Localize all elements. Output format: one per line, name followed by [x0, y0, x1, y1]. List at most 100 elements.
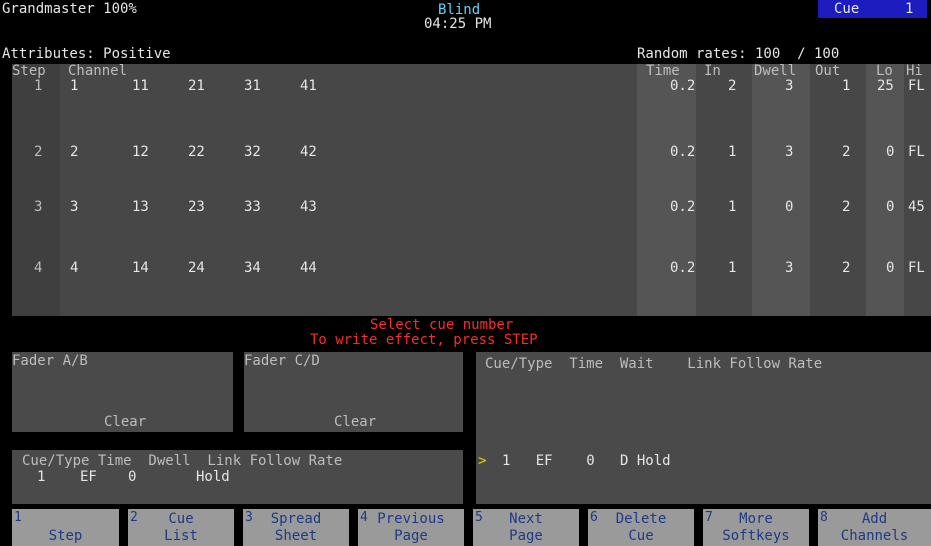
current-cue-number: 1	[37, 469, 46, 485]
softkey-add-channels[interactable]: 8 Add Channels	[818, 509, 931, 546]
lo-cell: 25	[877, 78, 894, 94]
channel-cell: 2	[70, 144, 79, 160]
cue-number: 1	[905, 1, 914, 17]
header-time: Time	[646, 63, 680, 79]
in-cell: 1	[728, 199, 737, 215]
channel-cell: 44	[300, 260, 317, 276]
softkey-label-2: Channels	[840, 528, 909, 544]
channel-cell: 42	[300, 144, 317, 160]
out-cell: 2	[842, 144, 851, 160]
cue-label: Cue	[834, 1, 860, 17]
dwell-column-bg	[752, 64, 810, 316]
channel-cell: 23	[188, 199, 205, 215]
softkey-label-1: Add	[861, 511, 888, 527]
hi-cell: 45	[908, 199, 925, 215]
channel-cell: 4	[70, 260, 79, 276]
current-cue-marker: >	[478, 453, 487, 469]
dwell-cell: 3	[785, 78, 794, 94]
softkey-delete-cue[interactable]: 6 Delete Cue	[588, 509, 694, 546]
step-number: 2	[34, 144, 43, 160]
channel-cell: 12	[132, 144, 149, 160]
header-in: In	[704, 63, 721, 79]
channel-cell: 24	[188, 260, 205, 276]
current-cue-time: 0	[128, 469, 137, 485]
softkey-cue-list[interactable]: 2 Cue List	[128, 509, 234, 546]
dwell-cell: 0	[785, 199, 794, 215]
softkey-spread-sheet[interactable]: 3 Spread Sheet	[243, 509, 349, 546]
current-cue-type: EF	[80, 469, 97, 485]
softkey-label-2: List	[164, 528, 198, 544]
lo-cell: 0	[886, 199, 895, 215]
softkey-label-2: Softkeys	[722, 528, 790, 544]
cue-list-header: Cue/Type Time Wait Link Follow Rate	[485, 356, 823, 372]
cue-list-row[interactable]: 1 EF 0 D Hold	[502, 454, 671, 469]
channel-cell: 43	[300, 199, 317, 215]
time-cell: 0.2	[670, 78, 696, 94]
header-step: Step	[12, 63, 46, 79]
dwell-cell: 3	[785, 260, 794, 276]
in-cell: 1	[728, 144, 737, 160]
cue-list-panel[interactable]	[476, 352, 931, 504]
random-rates: Random rates: 100 / 100	[637, 46, 840, 62]
softkey-label-1: Spread	[270, 511, 322, 527]
softkey-number: 1	[14, 510, 22, 525]
channel-cell: 21	[188, 78, 205, 94]
softkey-label-1: Previous	[377, 511, 445, 527]
softkey-label-2: Step	[48, 528, 83, 544]
hi-cell: FL	[908, 144, 925, 160]
hi-cell: FL	[908, 78, 925, 94]
softkey-more-softkeys[interactable]: 7 More Softkeys	[703, 509, 809, 546]
grandmaster-readout: Grandmaster 100%	[2, 1, 137, 17]
channel-cell: 41	[300, 78, 317, 94]
softkey-label-2: Page	[509, 528, 543, 544]
softkey-label-1: More	[739, 511, 773, 527]
lo-column-bg	[866, 64, 904, 316]
out-cell: 2	[842, 199, 851, 215]
channel-cell: 32	[244, 144, 261, 160]
fader-ab-label: Fader A/B	[12, 353, 88, 369]
lo-cell: 0	[886, 260, 895, 276]
step-column-bg	[12, 64, 60, 316]
fader-ab-status: Clear	[104, 414, 147, 430]
lo-cell: 0	[886, 144, 895, 160]
time-cell: 0.2	[670, 260, 696, 276]
channel-cell: 31	[244, 78, 261, 94]
channel-cell: 1	[70, 78, 79, 94]
time-column-bg	[637, 64, 696, 316]
channel-cell: 14	[132, 260, 149, 276]
softkey-label-1: Delete	[615, 511, 667, 527]
out-cell: 2	[842, 260, 851, 276]
softkey-label-2: Cue	[628, 528, 654, 544]
channel-cell: 22	[188, 144, 205, 160]
prompt-line-1: Select cue number	[370, 317, 514, 333]
header-channel: Channel	[68, 63, 128, 79]
softkey-label-2: Page	[394, 528, 428, 544]
fader-cd-status: Clear	[334, 414, 377, 430]
softkey-label-1: Next	[509, 511, 543, 527]
clock: 04:25 PM	[424, 16, 492, 32]
dwell-cell: 3	[785, 144, 794, 160]
in-cell: 1	[728, 260, 737, 276]
header-dwell: Dwell	[754, 63, 797, 79]
softkey-step[interactable]: 1 Step	[12, 509, 119, 546]
current-cue-dwell: Hold	[196, 469, 230, 485]
fader-cd-label: Fader C/D	[244, 353, 320, 369]
prompt-line-2: To write effect, press STEP	[310, 332, 538, 348]
header-out: Out	[815, 63, 841, 79]
current-cue-header: Cue/Type Time Dwell Link Follow Rate	[22, 453, 343, 469]
time-cell: 0.2	[670, 144, 696, 160]
attributes-label: Attributes: Positive	[2, 46, 171, 62]
channel-cell: 11	[132, 78, 149, 94]
header-lo: Lo	[876, 63, 893, 79]
channel-cell: 33	[244, 199, 261, 215]
channel-cell: 13	[132, 199, 149, 215]
channel-cell: 3	[70, 199, 79, 215]
softkey-previous-page[interactable]: 4 Previous Page	[358, 509, 464, 546]
step-number: 1	[34, 78, 43, 94]
step-number: 3	[34, 199, 43, 215]
softkey-next-page[interactable]: 5 Next Page	[473, 509, 579, 546]
time-cell: 0.2	[670, 199, 696, 215]
out-cell: 1	[842, 78, 851, 94]
step-number: 4	[34, 260, 43, 276]
channel-cell: 34	[244, 260, 261, 276]
